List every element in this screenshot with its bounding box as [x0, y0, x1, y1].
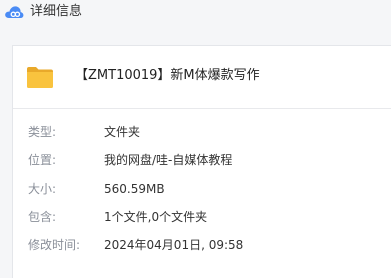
details-panel: 【ZMT10019】新M体爆款写作 类型: 文件夹 位置: 我的网盘/哇-自媒体… [12, 45, 391, 278]
size-value: 560.59MB [104, 182, 165, 196]
modified-time-value: 2024年04月01日, 09:58 [104, 238, 244, 252]
divider [13, 108, 391, 109]
folder-icon [26, 65, 54, 89]
title-bar: 详细信息 [0, 0, 391, 28]
size-label: 大小: [28, 182, 57, 196]
modified-time-label: 修改时间: [28, 238, 81, 252]
type-label: 类型: [28, 125, 57, 139]
file-name: 【ZMT10019】新M体爆款写作 [75, 68, 260, 83]
type-value: 文件夹 [104, 125, 141, 139]
window-title: 详细信息 [30, 4, 83, 19]
location-value[interactable]: 我的网盘/哇-自媒体教程 [104, 152, 232, 168]
contains-label: 包含: [28, 210, 57, 224]
contains-value: 1个文件,0个文件夹 [104, 210, 208, 224]
cloud-icon [4, 4, 24, 19]
location-label: 位置: [28, 153, 57, 167]
